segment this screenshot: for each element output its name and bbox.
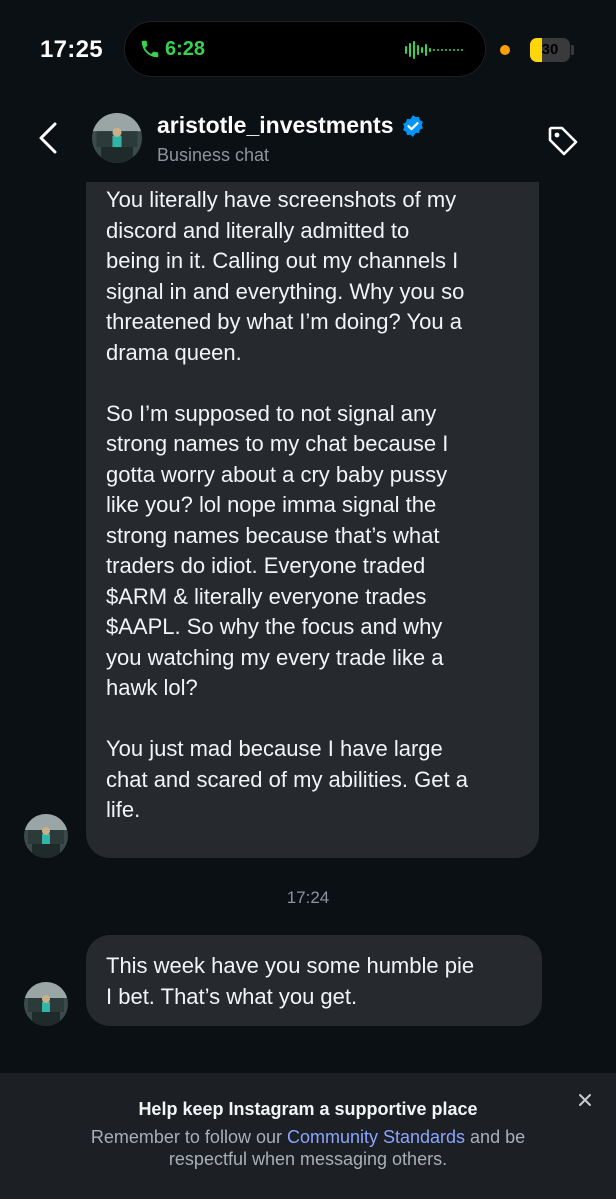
- dynamic-island[interactable]: 6:28: [124, 21, 486, 77]
- tag-icon: [548, 126, 578, 156]
- chat-type-label: Business chat: [157, 145, 270, 165]
- avatar-photo-icon: [92, 113, 142, 163]
- message-bubble[interactable]: This week have you some humble pie I bet…: [86, 935, 542, 1026]
- message-text: You just mad because I have large chat a…: [106, 736, 468, 822]
- contact-name[interactable]: aristotle_investments: [157, 112, 425, 139]
- phone-icon: [141, 40, 159, 58]
- message-text: So I’m supposed to not signal any strong…: [106, 400, 449, 701]
- message-timestamp: 17:24: [286, 888, 330, 907]
- avatar-photo-icon: [24, 982, 68, 1026]
- notice-body: Remember to follow our Community Standar…: [60, 1126, 556, 1170]
- notice-text: Remember to follow our: [90, 1127, 287, 1147]
- sender-avatar[interactable]: [24, 982, 68, 1026]
- mic-in-use-indicator: [500, 45, 510, 55]
- sender-avatar[interactable]: [24, 814, 68, 858]
- battery-nub: [571, 45, 574, 55]
- notice-title: Help keep Instagram a supportive place: [138, 1099, 478, 1119]
- battery-icon: 30: [530, 38, 570, 62]
- avatar-photo-icon: [24, 814, 68, 858]
- community-standards-link[interactable]: Community Standards: [287, 1127, 465, 1147]
- chat-header: aristotle_investments Business chat: [0, 100, 616, 182]
- audio-waveform-icon: [405, 41, 463, 59]
- community-notice: Help keep Instagram a supportive place R…: [0, 1073, 616, 1199]
- contact-avatar[interactable]: [92, 113, 142, 163]
- status-bar: 17:25 6:28 30: [0, 0, 616, 100]
- back-button[interactable]: [28, 116, 68, 160]
- dismiss-notice-button[interactable]: [574, 1089, 596, 1111]
- call-timer: 6:28: [165, 38, 206, 60]
- chat-screen: 17:25 6:28 30 You literally have screens…: [0, 0, 616, 1199]
- message-bubble[interactable]: You literally have screenshots of my dis…: [86, 150, 539, 858]
- label-chat-button[interactable]: [540, 118, 586, 164]
- chevron-left-icon: [39, 122, 57, 154]
- verified-badge-icon: [403, 114, 424, 137]
- message-text: You literally have screenshots of my dis…: [106, 187, 465, 365]
- status-time: 17:25: [40, 36, 103, 63]
- battery-level: 30: [541, 41, 559, 58]
- close-icon: [579, 1094, 591, 1106]
- contact-username: aristotle_investments: [157, 112, 394, 138]
- message-text: This week have you some humble pie I bet…: [106, 953, 475, 1009]
